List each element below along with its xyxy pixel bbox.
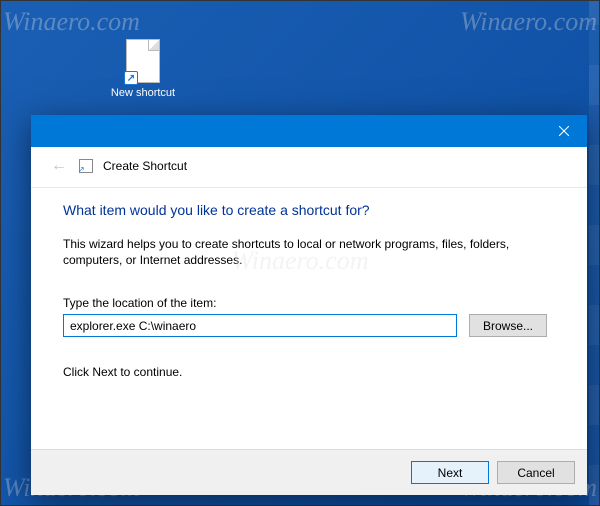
titlebar[interactable] bbox=[31, 115, 587, 147]
close-button[interactable] bbox=[541, 115, 587, 147]
watermark: Winaero.com bbox=[3, 7, 140, 37]
desktop-shortcut-label: New shortcut bbox=[103, 87, 183, 99]
next-button[interactable]: Next bbox=[411, 461, 489, 484]
location-input[interactable] bbox=[63, 314, 457, 337]
location-label: Type the location of the item: bbox=[63, 296, 555, 310]
wizard-footer: Next Cancel bbox=[31, 449, 587, 495]
shortcut-file-icon: ↗ bbox=[126, 39, 160, 83]
wizard-header: ← Create Shortcut bbox=[31, 147, 587, 188]
cancel-button[interactable]: Cancel bbox=[497, 461, 575, 484]
watermark: Winaero.com bbox=[460, 7, 597, 37]
window-title: Create Shortcut bbox=[103, 159, 187, 173]
wizard-content: What item would you like to create a sho… bbox=[31, 188, 587, 449]
shortcut-overlay-icon: ↗ bbox=[124, 71, 138, 85]
taskbar-edge bbox=[589, 1, 599, 505]
back-arrow-icon: ← bbox=[49, 157, 69, 175]
page-heading: What item would you like to create a sho… bbox=[63, 202, 555, 218]
desktop-shortcut-icon[interactable]: ↗ New shortcut bbox=[103, 39, 183, 99]
browse-button[interactable]: Browse... bbox=[469, 314, 547, 337]
close-icon bbox=[559, 126, 569, 136]
shortcut-wizard-icon bbox=[79, 159, 93, 173]
continue-hint: Click Next to continue. bbox=[63, 365, 555, 379]
page-description: This wizard helps you to create shortcut… bbox=[63, 236, 555, 268]
create-shortcut-wizard: ← Create Shortcut What item would you li… bbox=[31, 115, 587, 495]
